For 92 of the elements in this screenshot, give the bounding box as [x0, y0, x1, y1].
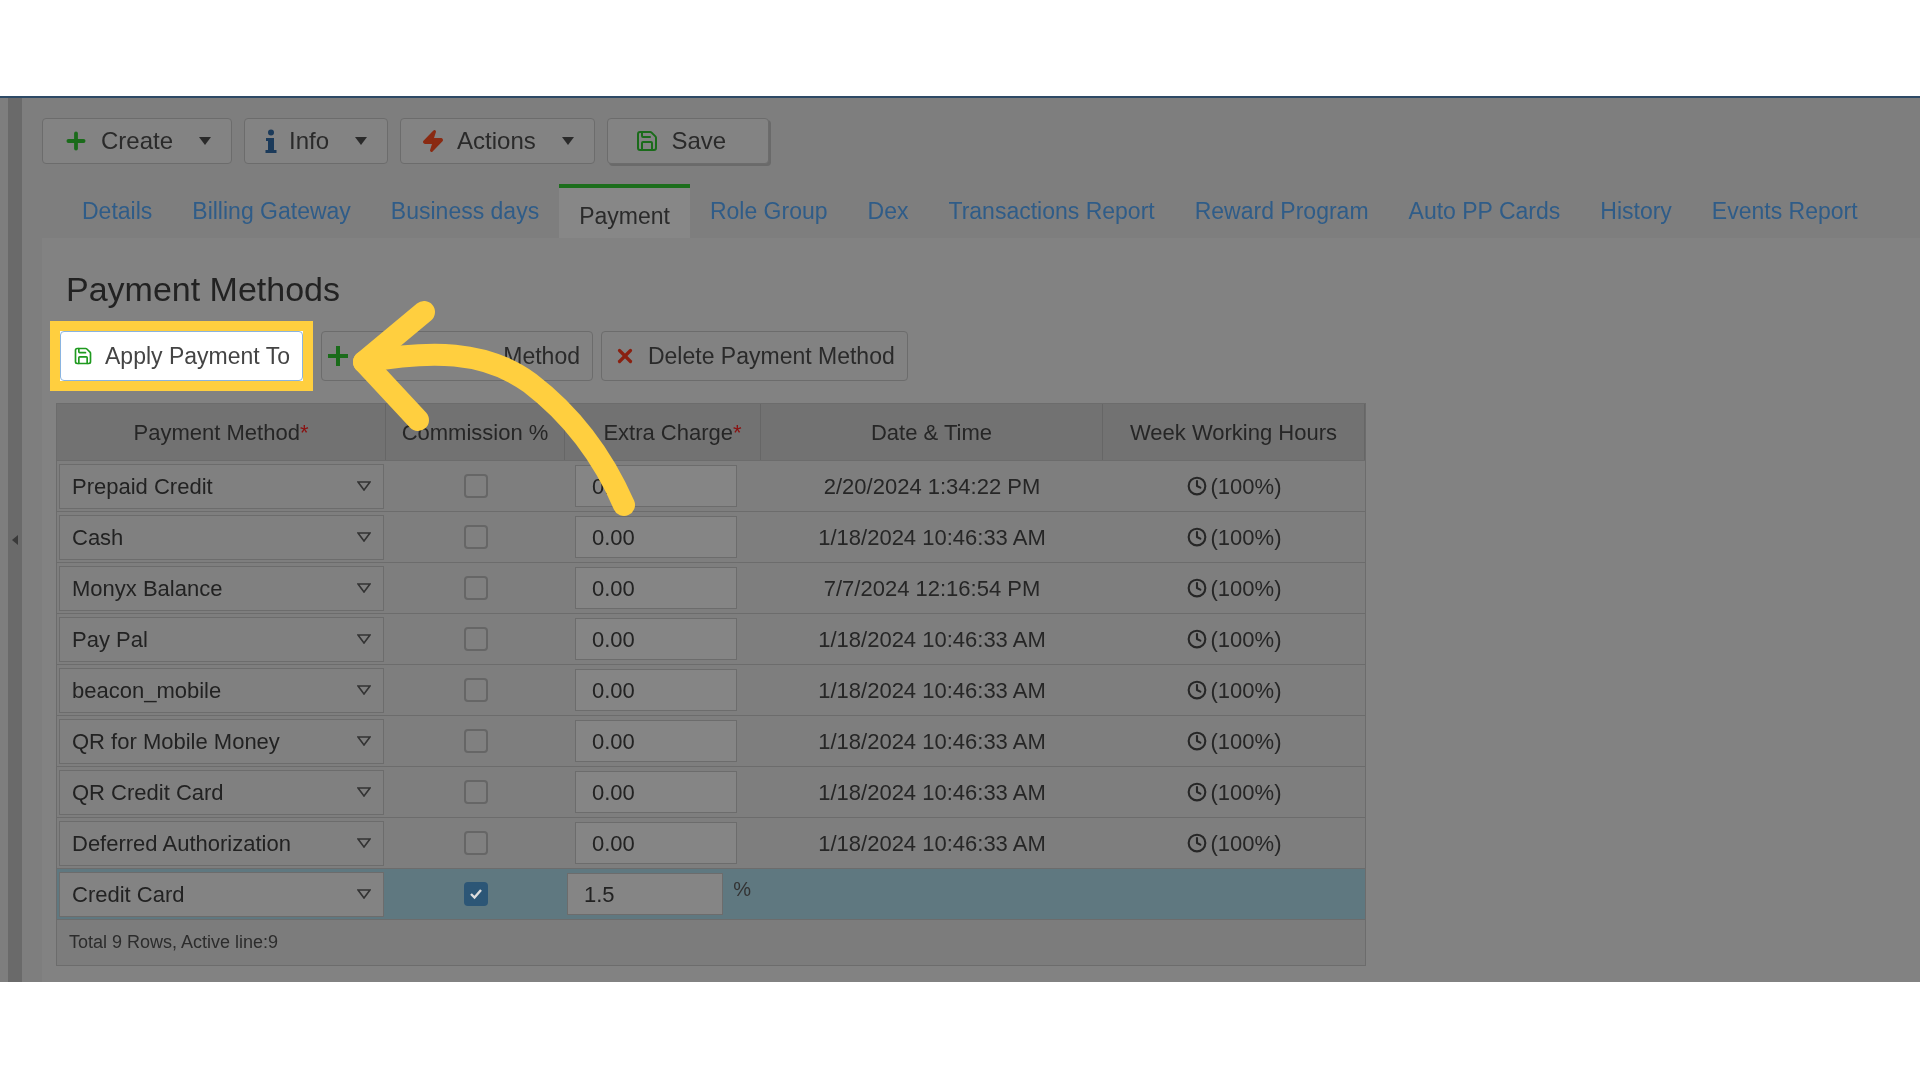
check-icon: [468, 888, 483, 900]
toolbar-button[interactable]: Info: [244, 118, 389, 164]
input-field[interactable]: 1.5: [567, 873, 724, 915]
caret-icon: [357, 685, 371, 695]
caret-icon: [357, 634, 371, 644]
table-row[interactable]: Monyx Balance 0.00 7/7/2024 12:16:54 PM (100%): [57, 562, 1365, 613]
table-cell-text: (100%): [1210, 523, 1282, 552]
caret-icon: [357, 787, 371, 797]
checkbox[interactable]: [463, 882, 488, 906]
table-cell-text: (100%): [1210, 574, 1282, 603]
save-icon: [73, 346, 93, 366]
tab[interactable]: Payment: [559, 184, 690, 238]
table-cell-text: 1/18/2024 10:46:33 AM: [818, 778, 1046, 807]
table-row[interactable]: QR for Mobile Money 0.00 1/18/2024 10:46:33 AM (100%): [57, 715, 1365, 766]
table-cell-text: 1/18/2024 10:46:33 AM: [818, 523, 1046, 552]
table-cell-text: 7/7/2024 12:16:54 PM: [823, 574, 1041, 603]
caret-icon: [357, 889, 371, 899]
clock-icon: [1186, 680, 1207, 700]
input-field[interactable]: 0.00: [575, 618, 737, 660]
unit-label: %: [733, 877, 751, 902]
lightning-icon: [421, 129, 446, 153]
dropdown-field[interactable]: Deferred Authorization: [59, 820, 384, 866]
save-icon: [635, 129, 660, 153]
toolbar-button[interactable]: Apply Payment To: [60, 331, 303, 381]
input-field[interactable]: 0.00: [575, 516, 737, 558]
table-cell-text: (100%): [1210, 625, 1282, 654]
table-cell-text: 1/18/2024 10:46:33 AM: [818, 829, 1046, 858]
dropdown-field[interactable]: Prepaid Credit: [59, 463, 384, 509]
checkbox[interactable]: [463, 678, 488, 702]
checkbox[interactable]: [463, 729, 488, 753]
table-row[interactable]: Cash 0.00 1/18/2024 10:46:33 AM (100%): [57, 511, 1365, 562]
dropdown-field[interactable]: beacon_mobile: [59, 667, 384, 713]
column-title: Date & Time: [870, 418, 992, 447]
table-row[interactable]: beacon_mobile 0.00 1/18/2024 10:46:33 AM (100%): [57, 664, 1365, 715]
dropdown-field[interactable]: Credit Card: [59, 871, 384, 917]
input-field[interactable]: 0.00: [575, 720, 737, 762]
table-cell-text: (100%): [1210, 778, 1282, 807]
side-strip[interactable]: [8, 98, 22, 982]
checkbox[interactable]: [463, 780, 488, 804]
toolbar-button[interactable]: Save: [606, 118, 769, 164]
caret-icon: [357, 583, 371, 593]
column-title: Extra Charge: [603, 418, 734, 447]
caret-icon: [357, 736, 371, 746]
table-row[interactable]: QR Credit Card 0.00 1/18/2024 10:46:33 AM (100%): [57, 766, 1365, 817]
column-title: Payment Method: [133, 418, 300, 447]
clock-icon: [1186, 578, 1207, 598]
section-title: Payment Methods: [66, 269, 341, 310]
required-mark: *: [299, 418, 309, 447]
table-row[interactable]: Credit Card 1.5 %: [57, 868, 1365, 919]
table-cell-text: 1/18/2024 10:46:33 AM: [818, 625, 1046, 654]
table-row[interactable]: Deferred Authorization 0.00 1/18/2024 10:46:33 AM (100%): [57, 817, 1365, 868]
table-cell-text: (100%): [1210, 472, 1282, 501]
table-cell-text: 2/20/2024 1:34:22 PM: [823, 472, 1041, 501]
input-field[interactable]: 0.00: [575, 567, 737, 609]
toolbar-button[interactable]: Actions: [400, 118, 595, 164]
toolbar-button[interactable]: Create: [42, 118, 233, 164]
clock-icon: [1186, 782, 1207, 802]
caret-icon: [357, 532, 371, 542]
dropdown-field[interactable]: QR for Mobile Money: [59, 718, 384, 764]
table-cell-text: 1/18/2024 10:46:33 AM: [818, 727, 1046, 756]
table-cell-text: 1/18/2024 10:46:33 AM: [818, 676, 1046, 705]
column-title: Commission %: [401, 418, 549, 447]
table-cell-text: (100%): [1210, 829, 1282, 858]
checkbox[interactable]: [463, 627, 488, 651]
dropdown-field[interactable]: Pay Pal: [59, 616, 384, 662]
collapse-icon: [12, 535, 18, 545]
table-cell-text: (100%): [1210, 676, 1282, 705]
required-mark: *: [733, 418, 742, 447]
checkbox[interactable]: [463, 831, 488, 855]
checkbox[interactable]: [463, 525, 488, 549]
table-row[interactable]: Pay Pal 0.00 1/18/2024 10:46:33 AM (100%): [57, 613, 1365, 664]
column-title: Week Working Hours: [1129, 418, 1337, 447]
clock-icon: [1186, 731, 1207, 751]
table-cell-text: (100%): [1210, 727, 1282, 756]
clock-icon: [1186, 527, 1207, 547]
caret-icon: [357, 838, 371, 848]
checkbox[interactable]: [463, 474, 488, 498]
input-field[interactable]: 0.00: [575, 669, 737, 711]
clock-icon: [1186, 629, 1207, 649]
clock-icon: [1186, 833, 1207, 853]
toolbar-button[interactable]: Delete Payment Method: [600, 331, 908, 381]
dropdown-field[interactable]: Monyx Balance: [59, 565, 384, 611]
input-field[interactable]: 0.00: [575, 822, 737, 864]
dropdown-field[interactable]: Cash: [59, 514, 384, 560]
plus-icon: [327, 346, 348, 366]
status-text: Total 9 Rows, Active line:9: [69, 931, 279, 954]
dropdown-field[interactable]: QR Credit Card: [59, 769, 384, 815]
clock-icon: [1186, 476, 1207, 496]
checkbox[interactable]: [463, 576, 488, 600]
info-icon: [265, 129, 278, 153]
input-field[interactable]: 0.00: [575, 771, 737, 813]
caret-icon: [357, 481, 371, 491]
